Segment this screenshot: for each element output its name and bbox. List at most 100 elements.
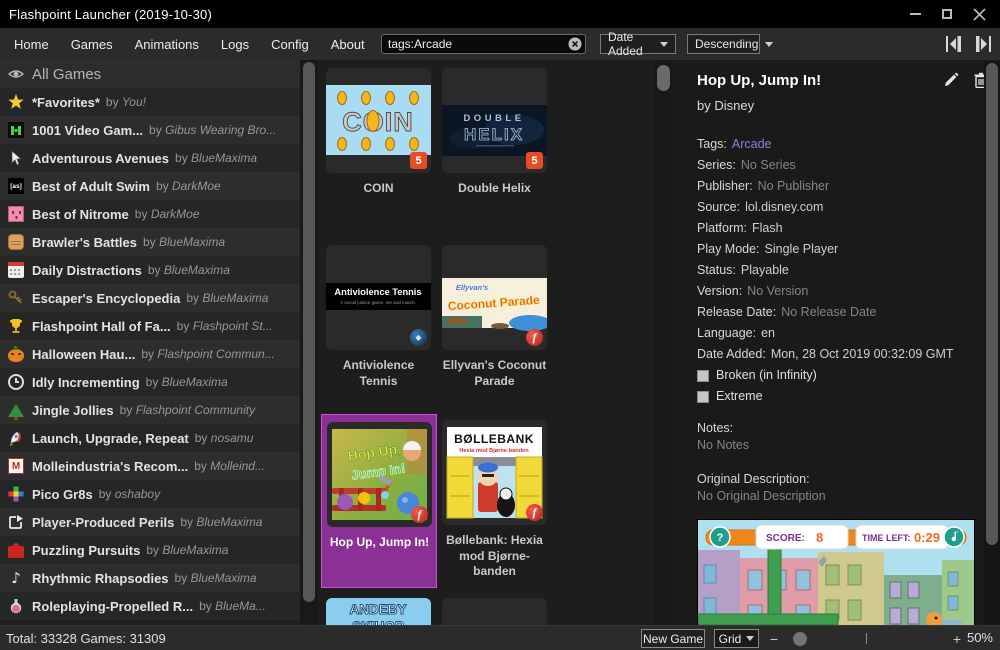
playlist-label: Daily Distractions xyxy=(32,263,142,278)
adult-swim-icon xyxy=(8,178,24,194)
star-icon xyxy=(8,94,24,110)
sidebar-item-all-games[interactable]: All Games xyxy=(0,60,300,88)
field-series: Series:No Series xyxy=(697,155,975,176)
svg-text:DOUBLE: DOUBLE xyxy=(463,113,524,124)
nav-about[interactable]: About xyxy=(331,37,365,52)
svg-text:A social justice game, set and: A social justice game, set and match. xyxy=(340,300,416,305)
sidebar-item-escapers-encyclopedia[interactable]: Escaper's Encyclopedia by BlueMaxima xyxy=(0,284,300,312)
field-release-date: Release Date:No Release Date xyxy=(697,302,975,323)
sidebar-item-puzzling-pursuits[interactable]: Puzzling Pursuits by BlueMaxima xyxy=(0,536,300,564)
view-mode-dropdown[interactable]: Grid xyxy=(714,629,759,648)
sidebar-scrollbar-thumb[interactable] xyxy=(303,62,315,602)
sidebar-item-1001-video-games[interactable]: 1001 Video Gam... by Gibus Wearing Bro..… xyxy=(0,116,300,144)
playlist-label: Best of Nitrome xyxy=(32,207,129,222)
sidebar-item-rhythmic-rhapsodies[interactable]: Rhythmic Rhapsodies by BlueMaxima xyxy=(0,564,300,592)
game-card-loading[interactable] xyxy=(442,598,547,625)
notes-value[interactable]: No Notes xyxy=(697,438,975,452)
playlist-label: Flashpoint Hall of Fa... xyxy=(32,319,171,334)
sidebar-item-brawlers-battles[interactable]: Brawler's Battles by BlueMaxima xyxy=(0,228,300,256)
minimize-icon xyxy=(910,13,921,15)
order-by-dropdown[interactable]: Date Added xyxy=(600,34,676,54)
game-card-ellyvans-coconut-parade[interactable]: Ellyvan's Coconut Parade Ellyvan's Cocon… xyxy=(442,245,547,389)
sidebar-item-roleplaying-propelled[interactable]: Roleplaying-Propelled R... by BlueMa... xyxy=(0,592,300,620)
flash-platform-badge-icon xyxy=(526,329,543,346)
game-card-hop-up-jump-in[interactable]: Hop Up, Jump In! xyxy=(327,422,432,551)
sidebar-item-launch-upgrade-repeat[interactable]: Launch, Upgrade, Repeat by nosamu xyxy=(0,424,300,452)
svg-text:HELIX: HELIX xyxy=(464,125,524,144)
grid-scrollbar-track[interactable] xyxy=(655,60,672,625)
maximize-button[interactable] xyxy=(938,5,956,23)
sidebar-item-adventurous-avenues[interactable]: Adventurous Avenues by BlueMaxima xyxy=(0,144,300,172)
broken-checkbox[interactable] xyxy=(697,370,709,382)
playlist-label: Brawler's Battles xyxy=(32,235,137,250)
original-description-value: No Original Description xyxy=(697,489,975,503)
developer-name: Disney xyxy=(714,98,754,113)
sidebar-item-best-of-adult-swim[interactable]: Best of Adult Swim by DarkMoe xyxy=(0,172,300,200)
calendar-icon xyxy=(8,262,24,278)
clear-search-icon[interactable] xyxy=(568,37,582,51)
selected-game-cell[interactable]: Hop Up, Jump In! xyxy=(321,414,437,588)
sidebar-item-molleindustria[interactable]: Molleindustria's Recom... by Molleind... xyxy=(0,452,300,480)
game-screenshot-preview[interactable]: ? SCORE: 8 TIME LEFT: 0:29 xyxy=(697,519,975,625)
developer-line: by Disney xyxy=(697,98,975,113)
order-direction-dropdown[interactable]: Descending xyxy=(687,34,760,54)
game-card-double-helix[interactable]: DOUBLE HELIX Double Helix xyxy=(442,68,547,197)
search-input[interactable] xyxy=(382,37,568,51)
sidebar-item-pico-gr8s[interactable]: Pico Gr8s by oshaboy xyxy=(0,480,300,508)
zoom-slider[interactable] xyxy=(783,626,948,650)
extreme-checkbox[interactable] xyxy=(697,391,709,403)
christmas-tree-icon xyxy=(8,404,24,417)
tag-link[interactable]: Arcade xyxy=(732,137,772,151)
chevron-down-icon xyxy=(765,42,773,47)
game-title: Double Helix xyxy=(442,181,547,197)
nav-games[interactable]: Games xyxy=(71,37,113,52)
playlist-author: by BlueMaxima xyxy=(175,151,257,165)
toggle-right-sidebar-button[interactable] xyxy=(974,33,992,54)
svg-text:0:29: 0:29 xyxy=(914,530,940,545)
game-title: Bøllebank: Hexia mod Bjørne-banden xyxy=(442,533,547,580)
nav-logs[interactable]: Logs xyxy=(221,37,249,52)
html5-platform-badge-icon xyxy=(526,152,543,169)
playlist-sidebar: All Games *Favorites* by You! 1001 Video… xyxy=(0,60,318,625)
sidebar-item-hall-of-fame[interactable]: Flashpoint Hall of Fa... by Flashpoint S… xyxy=(0,312,300,340)
game-card-bollebank[interactable]: BØLLEBANK Hexia mod Bjørne-banden xyxy=(442,420,547,580)
puzzle-piece-icon xyxy=(8,546,24,558)
edit-pencil-icon[interactable] xyxy=(943,72,959,88)
playlist-author: by nosamu xyxy=(195,431,254,445)
flash-platform-badge-icon xyxy=(411,506,428,523)
nav-home[interactable]: Home xyxy=(14,37,49,52)
svg-text:Ellyvan's: Ellyvan's xyxy=(456,283,488,292)
nav-bar: Home Games Animations Logs Config About … xyxy=(0,28,1000,60)
extreme-checkbox-label: Extreme xyxy=(716,386,763,407)
game-card-coin[interactable]: COIN COIN xyxy=(326,68,431,197)
field-play-mode: Play Mode:Single Player xyxy=(697,239,975,260)
svg-text:Hexia mod Bjørne-banden: Hexia mod Bjørne-banden xyxy=(459,448,529,454)
zoom-out-button[interactable]: − xyxy=(768,631,780,647)
minimize-button[interactable] xyxy=(906,5,924,23)
nav-animations[interactable]: Animations xyxy=(135,37,199,52)
new-game-button[interactable]: New Game xyxy=(641,629,705,648)
sidebar-item-idly-incrementing[interactable]: Idly Incrementing by BlueMaxima xyxy=(0,368,300,396)
sidebar-item-player-produced-perils[interactable]: Player-Produced Perils by BlueMaxima xyxy=(0,508,300,536)
field-source: Source:lol.disney.com xyxy=(697,197,975,218)
zoom-in-button[interactable]: + xyxy=(951,631,963,647)
playlist-label: Molleindustria's Recom... xyxy=(32,459,188,474)
sidebar-item-favorites[interactable]: *Favorites* by You! xyxy=(0,88,300,116)
sidebar-item-daily-distractions[interactable]: Daily Distractions by BlueMaxima xyxy=(0,256,300,284)
sidebar-item-best-of-nitrome[interactable]: Best of Nitrome by DarkMoe xyxy=(0,200,300,228)
sidebar-item-jingle-jollies[interactable]: Jingle Jollies by Flashpoint Community xyxy=(0,396,300,424)
game-card-antiviolence-tennis[interactable]: Antiviolence Tennis A social justice gam… xyxy=(326,245,431,389)
toggle-left-sidebar-button[interactable] xyxy=(944,33,962,54)
close-button[interactable] xyxy=(970,5,988,23)
grid-scrollbar-thumb[interactable] xyxy=(657,65,670,91)
field-status: Status:Playable xyxy=(697,260,975,281)
potion-icon xyxy=(8,598,24,614)
nav-config[interactable]: Config xyxy=(271,37,309,52)
sidebar-item-halloween-haunts[interactable]: Halloween Hau... by Flashpoint Commun... xyxy=(0,340,300,368)
sidebar-scrollbar-track[interactable] xyxy=(300,60,318,625)
zoom-slider-thumb[interactable] xyxy=(793,632,807,646)
game-card-andeby-skihop[interactable]: ANDEBY SKIHOP xyxy=(326,598,431,625)
broken-checkbox-row: Broken (in Infinity) xyxy=(697,365,975,386)
details-scrollbar-track[interactable] xyxy=(984,60,1000,625)
details-scrollbar-thumb[interactable] xyxy=(986,63,998,545)
